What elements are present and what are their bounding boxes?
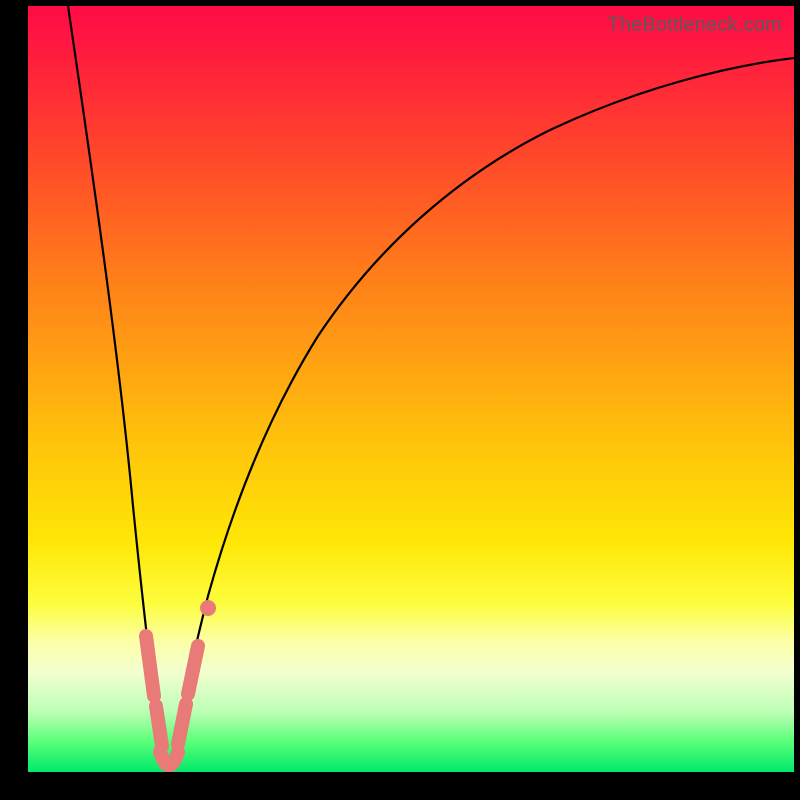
curve-layer — [28, 6, 794, 772]
marker-right-lower — [178, 704, 186, 744]
plot-area: TheBottleneck.com — [28, 6, 794, 772]
chart-frame: TheBottleneck.com — [0, 0, 800, 800]
marker-left-upper — [146, 636, 154, 696]
curve-right-branch — [169, 58, 794, 772]
marker-left-mid — [156, 706, 162, 746]
marker-right-mid — [188, 646, 198, 694]
marker-right-dot — [200, 600, 216, 616]
marker-bottom-dip — [160, 752, 178, 766]
